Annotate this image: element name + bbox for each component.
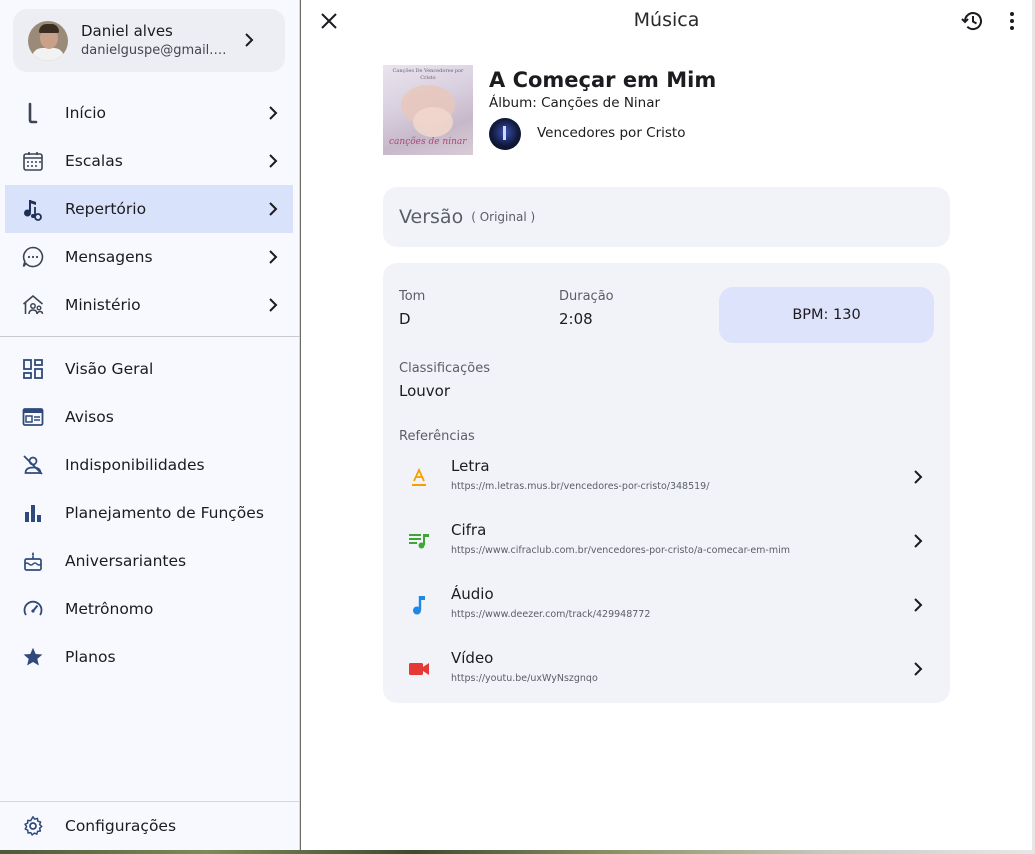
sidebar-item-label: Mensagens: [65, 248, 153, 266]
album-cover: Canções De Vencedores por Cristo canções…: [383, 65, 473, 155]
reference-title: Letra: [451, 457, 490, 475]
reference-title: Vídeo: [451, 649, 494, 667]
chevron-right-icon: [269, 298, 278, 312]
chevron-right-icon: [269, 154, 278, 168]
person-off-icon: [21, 453, 45, 477]
artist-avatar[interactable]: [489, 118, 521, 150]
sidebar-item-label: Avisos: [65, 408, 114, 426]
page-title: Música: [633, 9, 700, 31]
artist-name[interactable]: Vencedores por Cristo: [537, 125, 685, 141]
tom-label: Tom: [399, 289, 426, 304]
reference-letra[interactable]: Letra https://m.letras.mus.br/vencedores…: [383, 447, 950, 511]
sidebar-item-metronomo[interactable]: Metrônomo: [5, 585, 293, 633]
chat-bubble-icon: [21, 245, 45, 269]
details-card: Tom D Duração 2:08 BPM: 130 Classificaçõ…: [383, 263, 950, 703]
sidebar-item-planejamento[interactable]: Planejamento de Funções: [5, 489, 293, 537]
reference-url: https://www.deezer.com/track/429948772: [451, 609, 651, 620]
version-tag: ( Original ): [471, 210, 536, 224]
more-vert-icon: [1010, 12, 1014, 30]
bar-chart-icon: [21, 501, 45, 525]
reference-url: https://www.cifraclub.com.br/vencedores-…: [451, 545, 790, 556]
reference-title: Cifra: [451, 521, 487, 539]
chevron-right-icon: [914, 598, 923, 612]
sidebar-item-escalas[interactable]: Escalas: [5, 137, 293, 185]
reference-url: https://m.letras.mus.br/vencedores-por-c…: [451, 481, 710, 492]
chevron-right-icon: [245, 33, 254, 47]
sidebar-item-label: Configurações: [65, 817, 177, 835]
background-strip: [0, 850, 1035, 854]
reference-url: https://youtu.be/uxWyNszgnqo: [451, 673, 598, 684]
group-home-icon: [21, 293, 45, 317]
referencias-label: Referências: [399, 429, 475, 444]
chevron-right-icon: [269, 106, 278, 120]
sidebar-item-inicio[interactable]: Início: [5, 89, 293, 137]
chevron-right-icon: [269, 202, 278, 216]
sidebar-item-mensagens[interactable]: Mensagens: [5, 233, 293, 281]
more-options-button[interactable]: [996, 5, 1028, 37]
classificacoes-label: Classificações: [399, 361, 490, 376]
queue-music-icon: [407, 529, 431, 553]
reference-title: Áudio: [451, 585, 494, 603]
sidebar-item-label: Escalas: [65, 152, 123, 170]
calendar-grid-icon: [21, 149, 45, 173]
star-icon: [21, 645, 45, 669]
speed-gauge-icon: [21, 597, 45, 621]
version-card[interactable]: Versão ( Original ): [383, 187, 950, 247]
cake-icon: [21, 549, 45, 573]
navigation-drawer: Daniel alves danielguspe@gmail.c... Iníc…: [0, 0, 300, 850]
sidebar-item-label: Planejamento de Funções: [65, 504, 264, 522]
sidebar-item-label: Planos: [65, 648, 116, 666]
videocam-icon: [407, 657, 431, 681]
notice-board-icon: [21, 405, 45, 429]
reference-video[interactable]: Vídeo https://youtu.be/uxWyNszgnqo: [383, 639, 950, 703]
divider: [0, 336, 300, 337]
duracao-label: Duração: [559, 289, 614, 304]
cover-subtitle: canções de ninar: [389, 137, 467, 147]
duracao-value: 2:08: [559, 310, 593, 328]
music-note-icon: [407, 593, 431, 617]
chevron-right-icon: [914, 662, 923, 676]
cover-title: Canções De Vencedores por Cristo: [392, 68, 464, 81]
sidebar-item-label: Início: [65, 104, 107, 122]
sidebar-item-label: Visão Geral: [65, 360, 154, 378]
sidebar-item-label: Ministério: [65, 296, 141, 314]
song-album: Álbum: Canções de Ninar: [489, 95, 661, 111]
reference-cifra[interactable]: Cifra https://www.cifraclub.com.br/vence…: [383, 511, 950, 575]
song-title: A Começar em Mim: [489, 68, 717, 92]
sidebar-item-ministerio[interactable]: Ministério: [5, 281, 293, 329]
profile-name: Daniel alves: [81, 21, 173, 40]
avatar: [28, 20, 68, 61]
sidebar-item-planos[interactable]: Planos: [5, 633, 293, 681]
chevron-right-icon: [269, 250, 278, 264]
music-library-icon: [21, 197, 45, 221]
sidebar-item-aniversariantes[interactable]: Aniversariantes: [5, 537, 293, 585]
sidebar-item-label: Indisponibilidades: [65, 456, 205, 474]
tom-value: D: [399, 310, 411, 328]
music-detail-panel: Música Canções De Vencedores por Cristo …: [301, 0, 1032, 850]
chevron-right-icon: [914, 470, 923, 484]
reference-audio[interactable]: Áudio https://www.deezer.com/track/42994…: [383, 575, 950, 639]
sidebar-item-label: Metrônomo: [65, 600, 154, 618]
sidebar-item-repertorio[interactable]: Repertório: [5, 185, 293, 233]
dashboard-icon: [21, 357, 45, 381]
history-icon: [961, 12, 982, 31]
gear-icon: [21, 814, 45, 838]
chevron-right-icon: [914, 534, 923, 548]
history-button[interactable]: [956, 5, 988, 37]
lyrics-icon: [407, 465, 431, 489]
home-icon: [21, 101, 45, 125]
sidebar-item-avisos[interactable]: Avisos: [5, 393, 293, 441]
sidebar-item-label: Aniversariantes: [65, 552, 187, 570]
sidebar-item-indisponibilidades[interactable]: Indisponibilidades: [5, 441, 293, 489]
bpm-button[interactable]: BPM: 130: [719, 287, 934, 343]
profile-card[interactable]: Daniel alves danielguspe@gmail.c...: [13, 9, 285, 72]
profile-email: danielguspe@gmail.c...: [81, 42, 231, 58]
sidebar-item-label: Repertório: [65, 200, 147, 218]
sidebar-item-configuracoes[interactable]: Configurações: [5, 802, 293, 850]
sidebar-item-visao-geral[interactable]: Visão Geral: [5, 345, 293, 393]
classificacoes-value: Louvor: [399, 382, 450, 400]
version-label: Versão: [399, 206, 464, 228]
